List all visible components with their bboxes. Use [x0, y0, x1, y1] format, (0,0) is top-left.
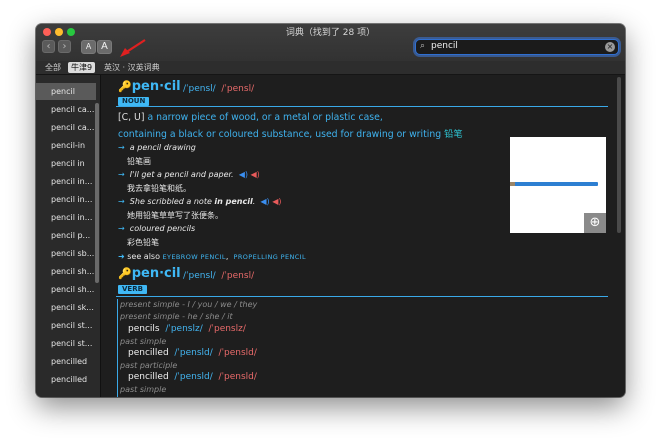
dictionary-window: 词典（找到了 28 项） ‹ › A A ⌕ pencil × 全部 牛津9 英…	[36, 24, 625, 397]
see-also: ➜ see also EYEBROW PENCIL, PROPELLING PE…	[118, 252, 307, 261]
font-larger-button[interactable]: A	[97, 40, 112, 54]
list-item[interactable]: pencil sk...	[36, 299, 96, 316]
definition: [C, U] a narrow piece of wood, or a meta…	[118, 112, 383, 123]
sidebar-scrollbar[interactable]	[95, 103, 99, 283]
example: → a pencil drawing	[118, 143, 196, 152]
speaker-us-icon[interactable]: ◀)	[272, 197, 281, 206]
example-translation: 我去拿铅笔和纸。	[127, 184, 191, 193]
form-label: past participle	[120, 361, 178, 370]
key-icon: 🔑	[118, 267, 132, 280]
list-item[interactable]: pencil sb...	[36, 245, 96, 262]
speaker-uk-icon[interactable]: ◀)	[239, 170, 248, 179]
list-item[interactable]: pencil sh...	[36, 263, 96, 280]
divider	[116, 296, 608, 297]
headword: 🔑pen·cil	[118, 79, 181, 94]
filter-oxford[interactable]: 牛津9	[68, 62, 96, 73]
list-item[interactable]: pencil in...	[36, 191, 96, 208]
list-item[interactable]: pencil	[36, 83, 96, 100]
verb-forms: present simple - I / you / we / they pre…	[117, 299, 610, 397]
zoom-image-icon[interactable]: ⊕	[584, 213, 606, 233]
example-translation: 彩色铅笔	[127, 238, 159, 247]
speaker-us-icon[interactable]: ◀)	[251, 170, 260, 179]
entry-content: 🔑pen·cil /ˈpensl/ /ˈpensl/ NOUN [C, U] a…	[101, 75, 625, 397]
list-item[interactable]: pencil-in	[36, 137, 96, 154]
list-item[interactable]: pencilled	[36, 353, 96, 370]
list-item[interactable]: pencil in	[36, 155, 96, 172]
list-item[interactable]: pencil in...	[36, 209, 96, 226]
speaker-uk-icon[interactable]: ◀)	[260, 197, 269, 206]
list-item[interactable]: pencilled	[36, 371, 96, 388]
example: → She scribbled a note in pencil. ◀) ◀)	[118, 197, 282, 206]
filter-en-zh[interactable]: 英汉 · 汉英词典	[104, 62, 160, 73]
verb-form: pencils /ˈpenslz/ /ˈpenslz/	[128, 324, 246, 334]
see-also-link[interactable]: PROPELLING PENCIL	[234, 253, 306, 261]
verb-form: pencilled /ˈpensld/ /ˈpensld/	[128, 348, 257, 358]
example-translation: 铅笔画	[127, 157, 151, 166]
pos-badge: NOUN	[118, 97, 150, 106]
content-scrollbar[interactable]	[617, 77, 621, 233]
search-input[interactable]: pencil	[431, 41, 458, 51]
form-label: present simple - I / you / we / they	[120, 300, 258, 309]
pronunciation: /ˈpensl/ /ˈpensl/	[183, 84, 255, 94]
forward-button[interactable]: ›	[58, 40, 71, 53]
list-item[interactable]: pencil st...	[36, 317, 96, 334]
filter-all[interactable]: 全部	[45, 62, 61, 73]
results-sidebar: pencil pencil ca... pencil ca... pencil-…	[36, 75, 101, 397]
search-icon: ⌕	[420, 41, 426, 51]
font-smaller-button[interactable]: A	[81, 40, 96, 54]
list-item[interactable]: pencil ca...	[36, 119, 96, 136]
clear-search-icon[interactable]: ×	[605, 42, 615, 52]
list-item[interactable]: pencil in...	[36, 173, 96, 190]
see-also-link[interactable]: EYEBROW PENCIL	[163, 253, 226, 261]
annotation-arrow-icon	[120, 39, 146, 57]
example-translation: 她用铅笔草草写了张便条。	[127, 211, 223, 220]
key-icon: 🔑	[118, 80, 132, 93]
list-item[interactable]: pencil st...	[36, 335, 96, 352]
back-button[interactable]: ‹	[42, 40, 55, 53]
divider	[116, 106, 608, 107]
see-also-icon: ➜	[118, 252, 125, 261]
pos-badge: VERB	[118, 285, 147, 294]
form-label: present simple - he / she / it	[120, 312, 233, 321]
pencil-tip	[510, 182, 515, 186]
pencil-illustration	[514, 182, 598, 186]
example: → I'll get a pencil and paper. ◀) ◀)	[118, 170, 260, 179]
example: → coloured pencils	[118, 224, 196, 233]
form-label: past simple	[120, 385, 167, 394]
search-field[interactable]: ⌕ pencil ×	[415, 39, 619, 55]
list-item[interactable]: pencil sh...	[36, 281, 96, 298]
definition-cont: containing a black or coloured substance…	[118, 129, 463, 140]
headword: 🔑pen·cil	[118, 266, 181, 281]
verb-form: pencilled /ˈpensld/ /ˈpensld/	[128, 372, 257, 382]
list-item[interactable]: pencil p...	[36, 227, 96, 244]
dictionary-filter-bar: 全部 牛津9 英汉 · 汉英词典	[36, 61, 625, 75]
window-title: 词典（找到了 28 项）	[285, 28, 376, 38]
pencil-image: ⊕	[510, 137, 606, 233]
pronunciation: /ˈpensl/ /ˈpensl/	[183, 271, 255, 281]
form-label: past simple	[120, 337, 167, 346]
list-item[interactable]: pencil ca...	[36, 101, 96, 118]
